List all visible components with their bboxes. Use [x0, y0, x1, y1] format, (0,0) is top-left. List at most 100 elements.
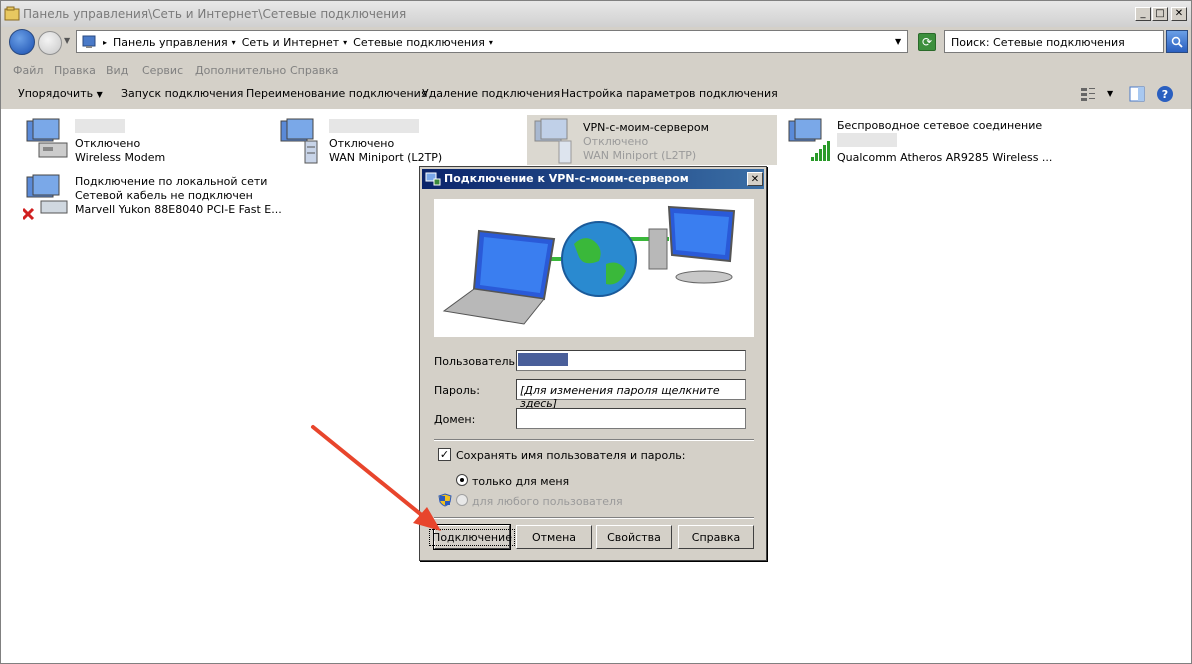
conn-name: Подключение по локальной сети	[75, 175, 268, 188]
minimize-button[interactable]: _	[1135, 7, 1151, 21]
any-user-label: для любого пользователя	[472, 495, 623, 508]
breadcrumb: ▸ Панель управления ▾ Сеть и Интернет ▾ …	[103, 36, 499, 49]
password-hint: [Для изменения пароля щелкните здесь]	[520, 384, 720, 410]
only-me-radio[interactable]	[456, 474, 468, 486]
window-title: Панель управления\Сеть и Интернет\Сетевы…	[23, 7, 407, 21]
conn-device: WAN Miniport (L2TP)	[329, 151, 443, 164]
rename-connection-button[interactable]: Переименование подключения	[246, 87, 427, 100]
menu-bar: Файл Правка Вид Сервис Дополнительно Спр…	[1, 59, 1191, 81]
svg-text:?: ?	[1162, 88, 1168, 101]
chevron-down-icon[interactable]: ▾	[489, 36, 493, 49]
lan-icon	[23, 174, 68, 221]
vpn-banner-image	[434, 199, 754, 337]
connect-button[interactable]: Подключение	[429, 524, 515, 550]
wan-miniport-icon	[280, 118, 318, 164]
chevron-right-icon[interactable]: ▸	[103, 36, 107, 49]
list-item-vpn[interactable]: VPN-с-моим-сервером Отключено WAN Minipo…	[527, 115, 777, 165]
uac-shield-icon	[438, 493, 452, 507]
view-dropdown-icon[interactable]: ▼	[1107, 89, 1113, 98]
history-dropdown-icon[interactable]: ▼	[64, 36, 70, 45]
user-value-redacted	[518, 353, 568, 366]
command-bar: Упорядочить ▼ Запуск подключения Переиме…	[1, 81, 1191, 107]
search-input[interactable]: Поиск: Сетевые подключения	[944, 30, 1164, 53]
address-input[interactable]: ▸ Панель управления ▾ Сеть и Интернет ▾ …	[76, 30, 908, 53]
password-label: Пароль:	[434, 384, 480, 397]
search-icon	[1171, 36, 1183, 48]
start-connection-button[interactable]: Запуск подключения	[121, 87, 243, 100]
list-item[interactable]: Отключено WAN Miniport (L2TP)	[277, 117, 477, 167]
breadcrumb-control-panel[interactable]: Панель управления	[113, 36, 228, 49]
menu-tools[interactable]: Сервис	[142, 64, 183, 77]
conn-status: Сетевой кабель не подключен	[75, 189, 253, 202]
blurred-name	[329, 119, 419, 133]
connect-label: Подключение	[429, 528, 515, 546]
search-placeholder: Поиск: Сетевые подключения	[951, 36, 1125, 49]
close-button[interactable]: ✕	[1171, 7, 1187, 21]
list-item[interactable]: Подключение по локальной сети Сетевой ка…	[23, 173, 283, 223]
blurred-status	[837, 133, 897, 147]
connection-settings-button[interactable]: Настройка параметров подключения	[561, 87, 778, 100]
laptop-globe-server-icon	[442, 205, 736, 325]
preview-pane-icon[interactable]	[1128, 85, 1146, 103]
organize-button[interactable]: Упорядочить ▼	[18, 87, 103, 100]
menu-advanced[interactable]: Дополнительно	[195, 64, 286, 77]
modem-icon	[26, 118, 68, 158]
properties-button[interactable]: Свойства	[596, 525, 672, 549]
search-button[interactable]	[1166, 30, 1188, 53]
password-field[interactable]: [Для изменения пароля щелкните здесь]	[516, 379, 746, 410]
any-user-radio[interactable]	[456, 494, 468, 506]
conn-status: Отключено	[75, 137, 141, 150]
user-field[interactable]	[516, 350, 746, 371]
address-dropdown-icon[interactable]: ▼	[895, 37, 901, 46]
save-credentials-checkbox[interactable]: ✓	[438, 448, 451, 461]
help-button[interactable]: Справка	[678, 525, 754, 549]
organize-label: Упорядочить	[18, 87, 94, 100]
dialog-title-bar: Подключение к VPN-с-моим-сервером ✕	[422, 169, 764, 189]
title-bar: Панель управления\Сеть и Интернет\Сетевы…	[1, 1, 1191, 27]
control-panel-icon	[82, 35, 96, 48]
breadcrumb-connections[interactable]: Сетевые подключения	[353, 36, 485, 49]
conn-device: Marvell Yukon 88E8040 PCI-E Fast E...	[75, 203, 282, 216]
network-icon	[425, 172, 441, 186]
maximize-button[interactable]: □	[1152, 7, 1168, 21]
menu-edit[interactable]: Правка	[54, 64, 96, 77]
user-label: Пользователь:	[434, 355, 519, 368]
wireless-signal-icon	[788, 118, 830, 161]
conn-status: Отключено	[329, 137, 395, 150]
vpn-connect-dialog: Подключение к VPN-с-моим-сервером ✕ Поль…	[419, 166, 767, 561]
back-arrow-icon[interactable]	[9, 29, 35, 55]
list-item[interactable]: Беспроводное сетевое соединение Qualcomm…	[785, 117, 1052, 167]
refresh-icon[interactable]: ⟳	[918, 33, 936, 51]
conn-device: WAN Miniport (L2TP)	[583, 149, 697, 162]
conn-name: Беспроводное сетевое соединение	[837, 119, 1043, 132]
chevron-down-icon[interactable]: ▾	[232, 36, 236, 49]
help-icon[interactable]: ?	[1156, 85, 1174, 103]
menu-help[interactable]: Справка	[290, 64, 338, 77]
chevron-down-icon[interactable]: ▾	[343, 36, 347, 49]
conn-device: Qualcomm Atheros AR9285 Wireless ...	[837, 151, 1053, 164]
blurred-name	[75, 119, 125, 133]
list-item[interactable]: Отключено Wireless Modem	[23, 117, 223, 167]
separator	[434, 517, 754, 519]
domain-field[interactable]	[516, 408, 746, 429]
address-bar: ▼ ▸ Панель управления ▾ Сеть и Интернет …	[1, 27, 1191, 57]
view-options-icon[interactable]	[1079, 85, 1097, 103]
menu-view[interactable]: Вид	[106, 64, 128, 77]
save-credentials-label: Сохранять имя пользователя и пароль:	[456, 449, 686, 462]
vpn-icon	[534, 118, 572, 164]
conn-name: VPN-с-моим-сервером	[583, 121, 709, 134]
delete-connection-button[interactable]: Удаление подключения	[422, 87, 560, 100]
dialog-title: Подключение к VPN-с-моим-сервером	[444, 172, 689, 185]
dialog-close-button[interactable]: ✕	[747, 172, 763, 186]
domain-label: Домен:	[434, 413, 476, 426]
explorer-window: Панель управления\Сеть и Интернет\Сетевы…	[0, 0, 1192, 664]
chevron-down-icon: ▼	[96, 90, 103, 99]
breadcrumb-network[interactable]: Сеть и Интернет	[242, 36, 339, 49]
cancel-button[interactable]: Отмена	[516, 525, 592, 549]
separator	[434, 439, 754, 441]
conn-device: Wireless Modem	[75, 151, 166, 164]
only-me-label: только для меня	[472, 475, 570, 488]
menu-file[interactable]: Файл	[13, 64, 43, 77]
conn-status: Отключено	[583, 135, 649, 148]
forward-arrow-icon[interactable]	[38, 31, 62, 55]
